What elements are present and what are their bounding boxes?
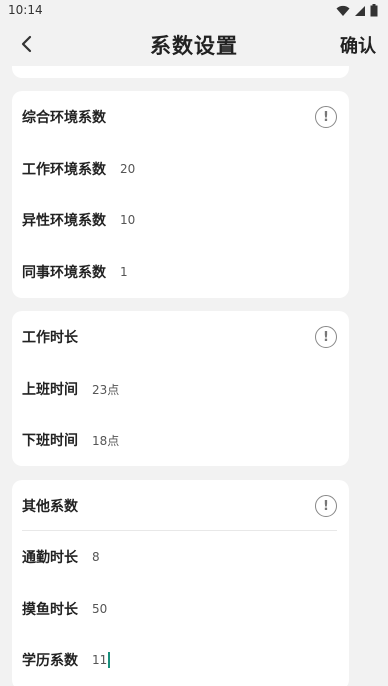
nav-bar: 系数设置 确认 xyxy=(0,22,388,66)
previous-section-card xyxy=(12,66,349,78)
input-value: 11 xyxy=(92,653,108,667)
setting-label: 工作环境系数 xyxy=(22,162,106,178)
setting-row: 学历系数 11 xyxy=(22,645,339,675)
section-card-other: 其他系数 ! 通勤时长 8 摸鱼时长 50 学历系数 11 xyxy=(12,480,349,686)
commute-time-input[interactable]: 8 xyxy=(92,550,100,564)
setting-row: 下班时间 18点 xyxy=(22,425,339,455)
wifi-icon xyxy=(336,5,350,16)
signal-icon xyxy=(355,5,365,16)
setting-row: 工作环境系数 20 xyxy=(22,154,339,184)
setting-row: 通勤时长 8 xyxy=(22,542,339,572)
info-icon[interactable]: ! xyxy=(315,106,337,128)
opposite-sex-environment-input[interactable]: 10 xyxy=(120,213,135,227)
setting-label: 异性环境系数 xyxy=(22,213,106,229)
section-divider xyxy=(22,530,337,531)
section-title: 工作时长 xyxy=(22,330,78,346)
setting-label: 同事环境系数 xyxy=(22,265,106,281)
setting-row: 异性环境系数 10 xyxy=(22,205,339,235)
status-time: 10:14 xyxy=(8,3,43,17)
setting-label: 摸鱼时长 xyxy=(22,602,78,618)
setting-row: 同事环境系数 1 xyxy=(22,257,339,287)
setting-label: 上班时间 xyxy=(22,382,78,398)
setting-label: 学历系数 xyxy=(22,653,78,669)
confirm-button[interactable]: 确认 xyxy=(340,32,376,58)
info-icon[interactable]: ! xyxy=(315,326,337,348)
section-header: 综合环境系数 ! xyxy=(22,91,339,143)
setting-label: 下班时间 xyxy=(22,433,78,449)
education-coefficient-input[interactable]: 11 xyxy=(92,652,110,668)
setting-row: 上班时间 23点 xyxy=(22,374,339,404)
section-card-work-hours: 工作时长 ! 上班时间 23点 下班时间 18点 xyxy=(12,311,349,466)
section-header: 工作时长 ! xyxy=(22,311,339,363)
section-title: 综合环境系数 xyxy=(22,110,106,126)
page-title: 系数设置 xyxy=(150,34,238,58)
setting-row: 摸鱼时长 50 xyxy=(22,594,339,624)
section-card-environment: 综合环境系数 ! 工作环境系数 20 异性环境系数 10 同事环境系数 1 xyxy=(12,91,349,298)
section-title: 其他系数 xyxy=(22,499,78,515)
start-time-input[interactable]: 23点 xyxy=(92,381,119,398)
status-bar: 10:14 xyxy=(0,0,388,22)
section-header: 其他系数 ! xyxy=(22,480,339,532)
battery-icon xyxy=(370,4,378,17)
text-caret xyxy=(108,652,110,668)
colleague-environment-input[interactable]: 1 xyxy=(120,265,128,279)
end-time-input[interactable]: 18点 xyxy=(92,432,119,449)
slacking-time-input[interactable]: 50 xyxy=(92,602,107,616)
status-icons xyxy=(336,4,378,17)
setting-label: 通勤时长 xyxy=(22,550,78,566)
work-environment-input[interactable]: 20 xyxy=(120,162,135,176)
info-icon[interactable]: ! xyxy=(315,495,337,517)
